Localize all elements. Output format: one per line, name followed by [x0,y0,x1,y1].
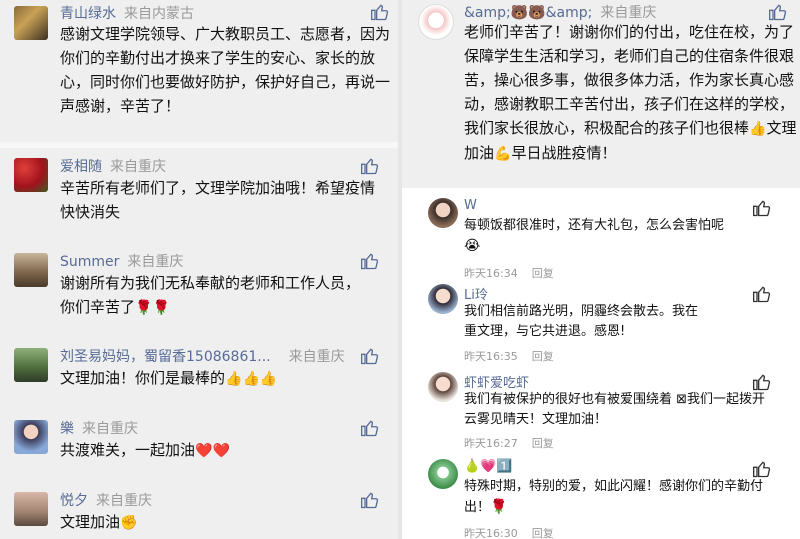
muscle-emoji: 💪 [494,146,512,162]
reply-meta: 昨天16:30 回复 [464,525,554,539]
thumbs-up-icon[interactable] [360,346,380,366]
rose-emoji: 🌹 [490,499,508,515]
comment-item: 悦夕 来自重庆 文理加油✊ [0,478,398,539]
comment-item: 爱相随 来自重庆 辛苦所有老师们了，文理学院加油哦！希望疫情快快消失 [0,148,398,243]
heart-emoji: ❤️❤️ [195,443,230,459]
comment-text: 老师们辛苦了！谢谢你们的付出，吃住在校，为了保障学生生活和学习，老师们自己的住宿… [464,20,798,166]
reply-time: 昨天16:35 [464,350,518,363]
reply-item: W 每顿饭都很准时，还有大礼包，怎么会害怕呢 😭 昨天16:34 回复 [402,190,800,280]
comment-author[interactable]: 爱相随 来自重庆 [60,156,166,176]
comment-author[interactable]: 悦夕 来自重庆 [60,490,152,510]
avatar[interactable] [14,158,48,192]
avatar[interactable] [428,372,458,402]
reply-meta: 昨天16:34 回复 [464,265,554,281]
thumbs-up-icon[interactable] [360,251,380,271]
comment-author[interactable]: Summer 来自重庆 [60,251,183,271]
thumbs-up-icon[interactable] [370,2,390,22]
thumbs-up-icon[interactable] [768,2,788,22]
left-comment-panel: 青山绿水 来自内蒙古 感谢文理学院领导、广大教职员工、志愿者，因为你们的辛勤付出才… [0,0,398,539]
reply-text: 特殊时期，特别的爱，如此闪耀！感谢你们的辛勤付出！🌹 [464,479,764,515]
rose-emoji: 🌹🌹 [135,300,170,316]
comment-item: Summer 来自重庆 谢谢所有为我们无私奉献的老师和工作人员，你们辛苦了🌹🌹 [0,243,398,338]
reply-button[interactable]: 回复 [532,350,554,363]
reply-author[interactable]: W [464,198,477,213]
reply-button[interactable]: 回复 [532,267,554,280]
avatar[interactable] [428,459,458,489]
reply-button[interactable]: 回复 [532,437,554,450]
reply-time: 昨天16:34 [464,267,518,280]
fist-emoji: ✊ [120,515,138,531]
reply-item: 🍐💗1️⃣ 特殊时期，特别的爱，如此闪耀！感谢你们的辛勤付出！🌹 昨天16:30… [402,455,800,539]
thumbs-up-icon[interactable] [360,156,380,176]
thumbs-up-icon[interactable] [360,418,380,438]
crying-emoji: 😭 [464,238,481,254]
thumbs-up-icon[interactable] [360,490,380,510]
thumbs-up-icon[interactable] [752,459,772,479]
comment-author[interactable]: 青山绿水 来自内蒙古 [60,3,194,23]
comment-text: 感谢文理学院领导、广大教职员工、志愿者，因为你们的辛勤付出才换来了学生的安心、家… [60,25,391,115]
comment-item: 樂来自重庆 共渡难关，一起加油❤️❤️ [0,408,398,478]
comment-text: 文理加油✊ [60,510,380,535]
reply-author[interactable]: 虾虾爱吃虾 [464,372,529,391]
comment-text: 谢谢所有为我们无私奉献的老师和工作人员，你们辛苦了🌹🌹 [60,271,370,320]
comment-item: 青山绿水 来自内蒙古 感谢文理学院领导、广大教职员工、志愿者，因为你们的辛勤付出才… [0,0,398,142]
right-comment-panel: &amp;🐻🐻&amp; 来自重庆 老师们辛苦了！谢谢你们的付出，吃住在校，为了保… [402,0,800,539]
avatar[interactable] [428,198,458,228]
thumbs-up-emoji: 👍 [749,121,767,137]
comment-author[interactable]: 刘圣易妈妈，蜀留香15086861... 来自重庆 [60,346,345,366]
avatar[interactable] [428,284,458,314]
thumbs-up-icon[interactable] [752,372,772,392]
thumbs-up-icon[interactable] [752,198,772,218]
avatar[interactable] [14,253,48,287]
comment-text: 共渡难关，一起加油❤️❤️ [60,438,380,463]
reply-item: 虾虾爱吃虾 我们有被保护的很好也有被爱围绕着 ⊠我们一起拨开云雾见晴天！文理加油… [402,368,800,456]
avatar[interactable] [14,6,48,40]
reply-button[interactable]: 回复 [532,527,554,539]
reply-author[interactable]: Li玲 [464,284,488,303]
reply-text: 每顿饭都很准时，还有大礼包，怎么会害怕呢 😭 [464,218,725,254]
reply-meta: 昨天16:27 回复 [464,435,554,451]
avatar[interactable] [14,420,48,454]
thumbs-up-emoji: 👍👍👍 [225,371,278,387]
reply-time: 昨天16:27 [464,437,518,450]
reply-author[interactable]: 🍐💗1️⃣ [464,459,513,474]
reply-text: 我们有被保护的很好也有被爱围绕着 ⊠我们一起拨开云雾见晴天！文理加油！ [464,392,766,427]
thumbs-up-icon[interactable] [752,284,772,304]
avatar[interactable] [14,492,48,526]
reply-meta: 昨天16:35 回复 [464,348,554,364]
comment-item: 刘圣易妈妈，蜀留香15086861... 来自重庆 文理加油！你们是最棒的👍👍👍 [0,338,398,408]
reply-time: 昨天16:30 [464,527,518,539]
comment-text: 辛苦所有老师们了，文理学院加油哦！希望疫情快快消失 [60,179,376,221]
comment-item: &amp;🐻🐻&amp; 来自重庆 老师们辛苦了！谢谢你们的付出，吃住在校，为了保… [402,0,800,188]
comment-author[interactable]: 樂来自重庆 [60,418,138,438]
comment-author[interactable]: &amp;🐻🐻&amp; 来自重庆 [464,2,656,22]
reply-item: Li玲 我们相信前路光明，阴霾终会散去。我在重文理，与它共进退。感恩! 昨天16… [402,280,800,370]
reply-text: 我们相信前路光明，阴霾终会散去。我在重文理，与它共进退。感恩! [464,304,699,339]
comment-text: 文理加油！你们是最棒的👍👍👍 [60,366,380,391]
avatar[interactable] [14,348,48,382]
avatar[interactable] [418,4,454,40]
